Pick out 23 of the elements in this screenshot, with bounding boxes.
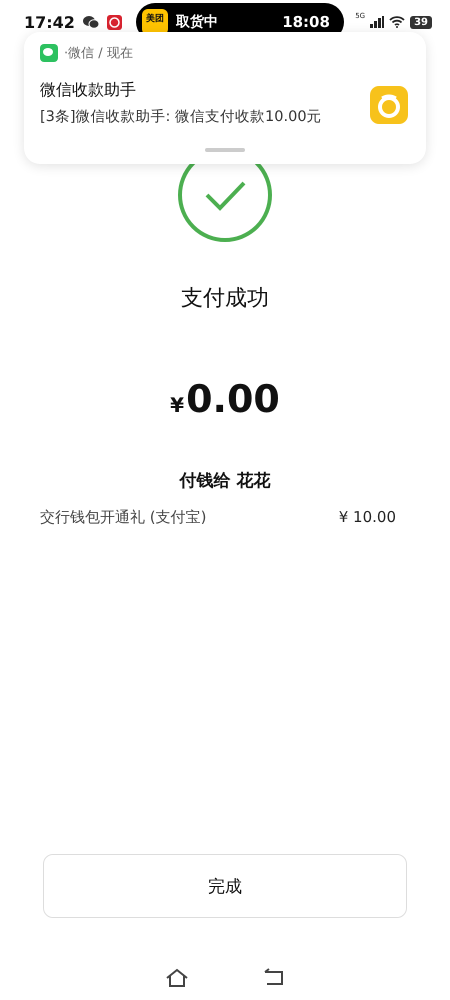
back-icon[interactable] — [263, 968, 285, 986]
delivery-status: 取货中 — [176, 13, 218, 31]
wifi-icon — [389, 16, 406, 28]
notification-body: [3条]微信收款助手: 微信支付收款10.00元 — [40, 108, 323, 126]
notification-source: ·微信 / 现在 — [64, 45, 133, 62]
notification-title: 微信收款助手 — [40, 80, 137, 101]
home-icon[interactable] — [165, 968, 189, 988]
signal-icon — [370, 16, 384, 28]
chat-icon — [82, 15, 99, 29]
currency-symbol: ¥ — [170, 393, 184, 417]
drag-handle[interactable] — [205, 148, 245, 152]
paid-amount: 0.00 — [186, 377, 280, 421]
done-button[interactable]: 完成 — [43, 854, 407, 918]
app-icon — [370, 86, 408, 124]
discount-label: 交行钱包开通礼 (支付宝) — [40, 508, 206, 527]
discount-value: ¥ 10.00 — [338, 508, 396, 527]
notification-card[interactable]: ·微信 / 现在 微信收款助手 [3条]微信收款助手: 微信支付收款10.00元 — [24, 32, 426, 164]
delivery-time: 18:08 — [282, 13, 330, 31]
battery-level: 39 — [410, 16, 432, 28]
success-title: 支付成功 — [181, 285, 269, 313]
clock: 17:42 — [24, 12, 75, 32]
payee-label: 付钱给 花花 — [180, 470, 270, 492]
chat-app-icon — [40, 44, 58, 62]
